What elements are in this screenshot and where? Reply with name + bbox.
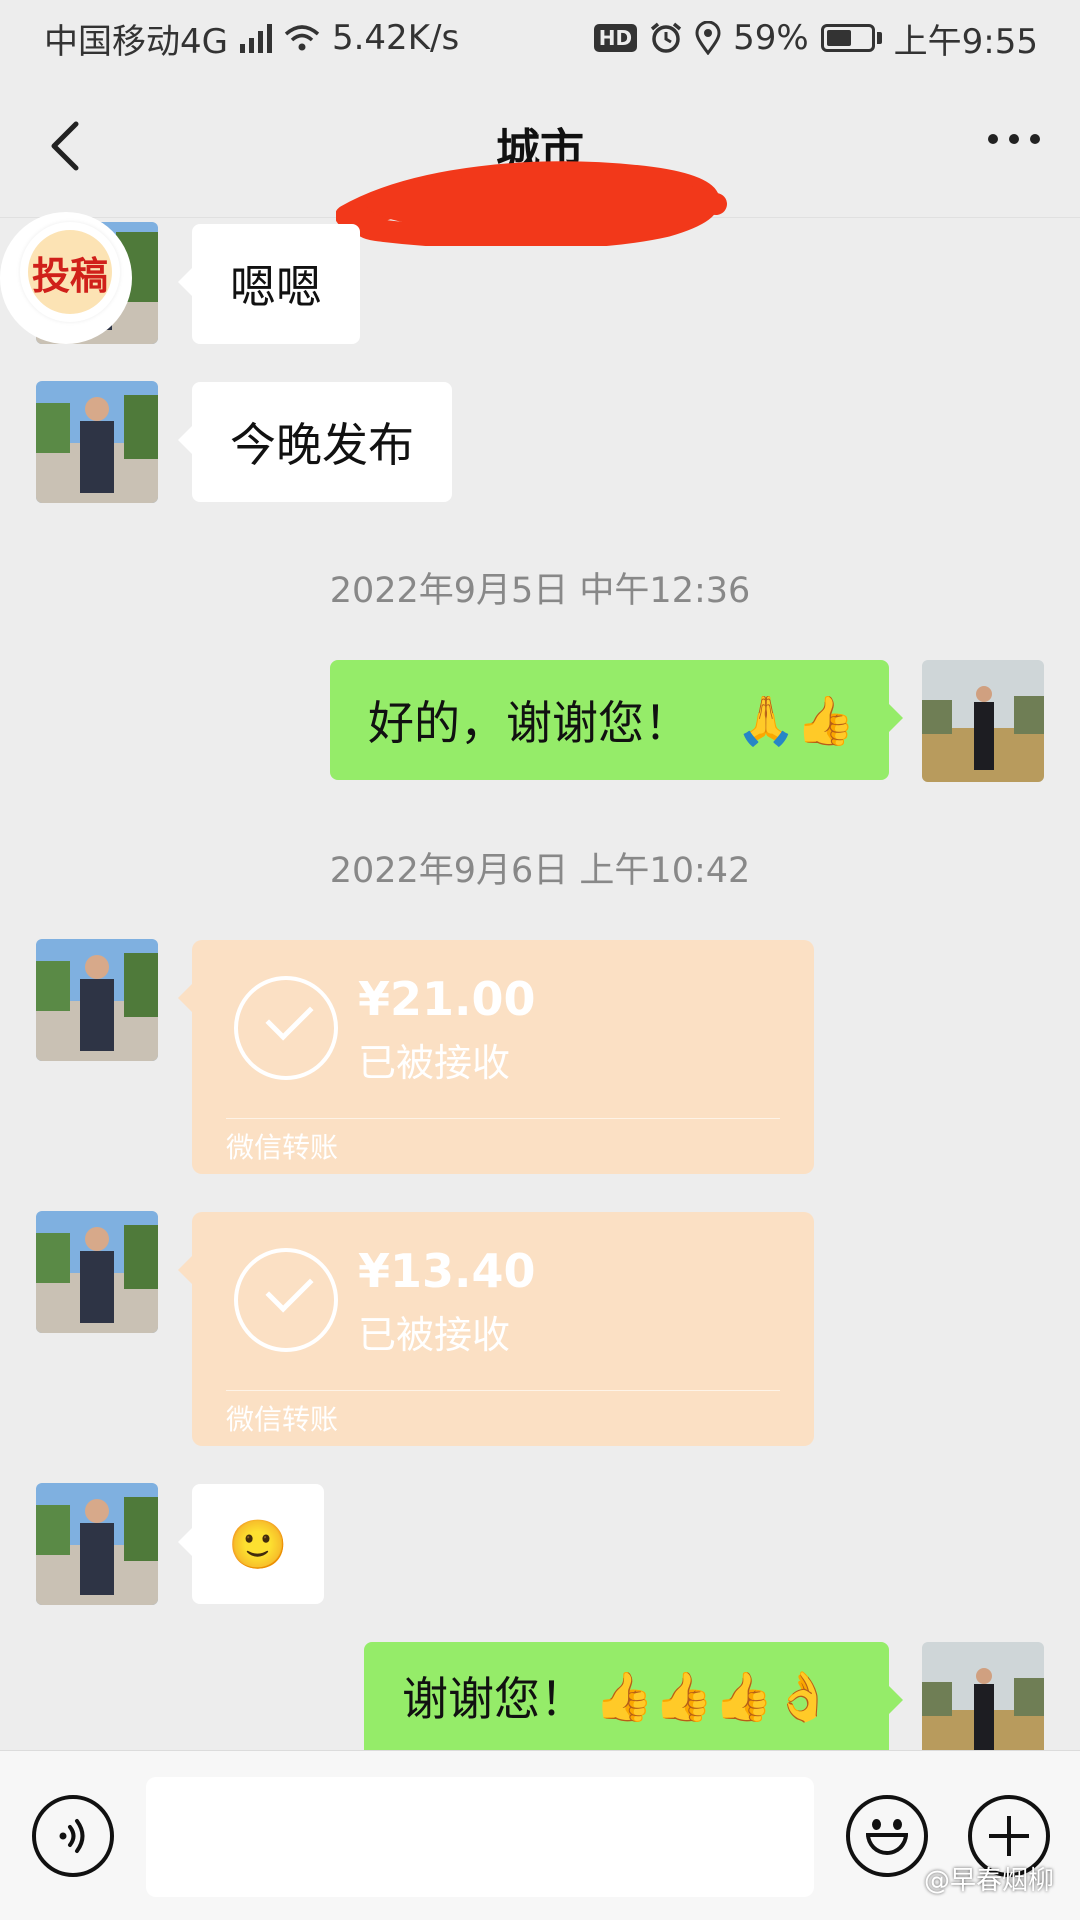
contribution-sticker-badge: 投稿 bbox=[20, 222, 120, 322]
message-bubble[interactable]: 🙂 bbox=[178, 1484, 324, 1604]
transfer-amount: ¥21.00 bbox=[358, 972, 536, 1026]
wifi-icon bbox=[284, 25, 320, 51]
message-bubble-sent[interactable]: 谢谢您！ 👍👍👍👌 bbox=[364, 1642, 903, 1750]
clock: 上午9:55 bbox=[893, 21, 1038, 62]
status-bar: 中国移动4G 5.42K/s HD 59% 上午9:55 bbox=[0, 0, 1080, 76]
carrier-label: 中国移动4G bbox=[44, 21, 228, 62]
avatar[interactable] bbox=[36, 1483, 158, 1605]
checkmark-icon bbox=[234, 1248, 338, 1352]
avatar[interactable] bbox=[36, 381, 158, 503]
watermark: @早春烟柳 bbox=[923, 1866, 1054, 1896]
smile-emoji: 🙂 bbox=[228, 1516, 288, 1573]
battery-percent: 59% bbox=[733, 18, 809, 58]
avatar[interactable] bbox=[36, 1211, 158, 1333]
emoji: 👍👍👍👌 bbox=[594, 1668, 834, 1725]
location-icon bbox=[695, 21, 721, 55]
avatar[interactable] bbox=[36, 939, 158, 1061]
transfer-label: 微信转账 bbox=[226, 1403, 339, 1436]
emoji: 🙏👍 bbox=[736, 692, 856, 749]
message-bubble[interactable]: 今晚发布 bbox=[178, 382, 452, 502]
transfer-card[interactable]: ¥13.40 已被接收 微信转账 bbox=[178, 1212, 814, 1446]
message-input[interactable] bbox=[146, 1777, 814, 1897]
input-bar bbox=[0, 1750, 1080, 1920]
message-text: 嗯嗯 bbox=[230, 260, 322, 314]
transfer-amount: ¥13.40 bbox=[358, 1244, 536, 1298]
chat-title: 城市 bbox=[496, 125, 584, 176]
avatar-self[interactable] bbox=[922, 660, 1044, 782]
emoji-icon[interactable] bbox=[846, 1795, 928, 1877]
message-bubble-sent[interactable]: 好的，谢谢您！ 🙏👍 bbox=[330, 660, 903, 780]
network-speed: 5.42K/s bbox=[331, 18, 460, 58]
transfer-status: 已被接收 bbox=[358, 1313, 511, 1357]
message-text: 谢谢您！ bbox=[402, 1672, 586, 1726]
more-dots-icon[interactable] bbox=[988, 134, 1040, 144]
timestamp: 2022年9月5日 中午12:36 bbox=[329, 571, 751, 611]
checkmark-icon bbox=[234, 976, 338, 1080]
alarm-icon bbox=[650, 22, 682, 53]
voice-icon[interactable] bbox=[32, 1795, 114, 1877]
signal-icon bbox=[239, 23, 272, 53]
chat-header: 城市 bbox=[0, 76, 1080, 246]
hd-badge: HD bbox=[593, 24, 638, 52]
transfer-status: 已被接收 bbox=[358, 1041, 511, 1085]
message-bubble[interactable]: 嗯嗯 bbox=[178, 224, 360, 344]
transfer-label: 微信转账 bbox=[226, 1131, 339, 1164]
transfer-card[interactable]: ¥21.00 已被接收 微信转账 bbox=[178, 940, 814, 1174]
timestamp: 2022年9月6日 上午10:42 bbox=[329, 851, 751, 891]
battery-icon bbox=[820, 24, 882, 52]
message-text: 好的，谢谢您！ bbox=[368, 696, 690, 750]
divider bbox=[226, 1118, 780, 1119]
avatar-self[interactable] bbox=[922, 1642, 1044, 1750]
divider bbox=[226, 1390, 780, 1391]
message-text: 今晚发布 bbox=[230, 418, 414, 472]
